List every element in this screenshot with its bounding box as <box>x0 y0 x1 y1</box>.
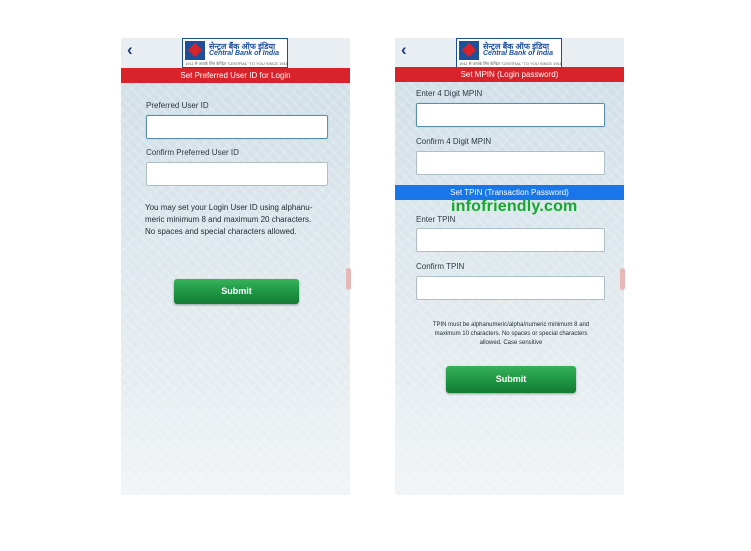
edge-handle <box>620 268 625 290</box>
bank-logo: सेन्ट्रल बैंक ऑफ इंडिया Central Bank of … <box>456 38 562 68</box>
submit-button[interactable]: Submit <box>446 366 576 393</box>
confirm-user-id-label: Confirm Preferred User ID <box>146 148 239 157</box>
back-chevron-icon[interactable]: ‹ <box>401 40 407 60</box>
mpin-label: Enter 4 Digit MPIN <box>416 89 483 98</box>
note-line: meric minimum 8 and maximum 20 character… <box>145 215 312 224</box>
note-line: TPIN must be alphanumeric/alpha/numeric … <box>432 322 590 328</box>
screen-set-user-id: ‹ सेन्ट्रल बैंक ऑफ इंडिया Central Bank o… <box>121 38 350 495</box>
bank-tagline: 1911 से आपके लिए केन्द्रित "CENTRAL" TO … <box>185 61 288 66</box>
note-line: allowed. Case sensitive <box>479 340 543 346</box>
tpin-input[interactable] <box>416 228 605 252</box>
screen-header: Set Preferred User ID for Login <box>121 68 350 83</box>
confirm-mpin-input[interactable] <box>416 151 605 175</box>
tpin-rules-note: TPIN must be alphanumeric/alpha/numeric … <box>415 321 607 348</box>
watermark-text: infofriendly.com <box>451 198 578 215</box>
mpin-header: Set MPIN (Login password) <box>395 67 624 82</box>
tpin-label: Enter TPIN <box>416 215 456 224</box>
confirm-tpin-label: Confirm TPIN <box>416 262 465 271</box>
bank-name-english: Central Bank of India <box>209 50 280 57</box>
submit-button[interactable]: Submit <box>174 279 299 304</box>
note-line: You may set your Login User ID using alp… <box>145 203 313 212</box>
note-line: maximum 10 characters. No spaces or spec… <box>434 331 588 337</box>
screen-set-mpin-tpin: ‹ सेन्ट्रल बैंक ऑफ इंडिया Central Bank o… <box>395 38 624 495</box>
confirm-tpin-input[interactable] <box>416 276 605 300</box>
edge-handle <box>346 268 351 290</box>
bank-logo-mark <box>459 41 479 60</box>
bank-logo: सेन्ट्रल बैंक ऑफ इंडिया Central Bank of … <box>182 38 288 68</box>
top-bar: ‹ सेन्ट्रल बैंक ऑफ इंडिया Central Bank o… <box>121 38 350 68</box>
user-id-rules-note: You may set your Login User ID using alp… <box>145 202 345 238</box>
bank-logo-mark <box>185 41 205 60</box>
preferred-user-id-label: Preferred User ID <box>146 101 209 110</box>
mpin-input[interactable] <box>416 103 605 127</box>
bank-name-english: Central Bank of India <box>483 50 554 57</box>
note-line: No spaces and special characters allowed… <box>145 227 297 236</box>
preferred-user-id-input[interactable] <box>146 115 328 139</box>
confirm-user-id-input[interactable] <box>146 162 328 186</box>
confirm-mpin-label: Confirm 4 Digit MPIN <box>416 137 492 146</box>
top-bar: ‹ सेन्ट्रल बैंक ऑफ इंडिया Central Bank o… <box>395 38 624 68</box>
back-chevron-icon[interactable]: ‹ <box>127 40 133 60</box>
